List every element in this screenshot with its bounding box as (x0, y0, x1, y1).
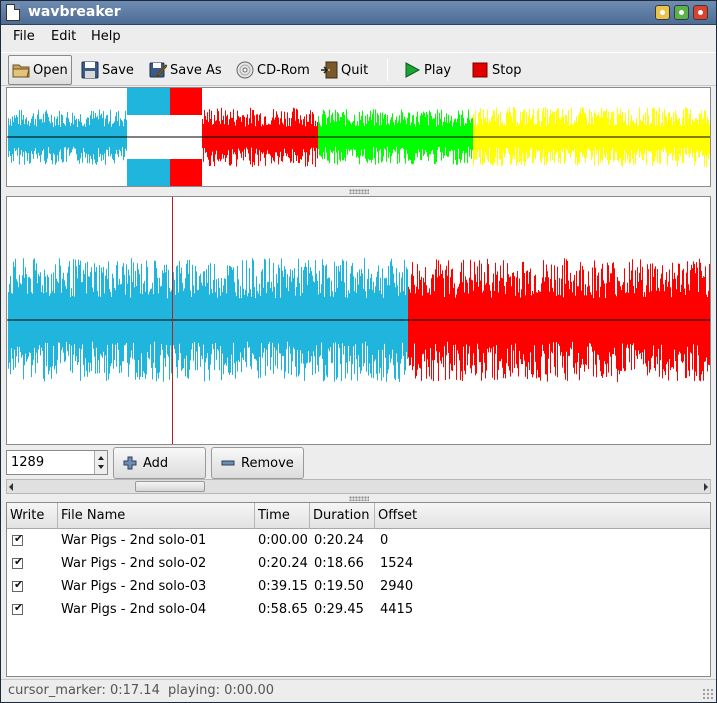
save-as-label: Save As (170, 62, 222, 78)
menu-file[interactable]: File (13, 29, 35, 44)
close-button[interactable] (693, 5, 708, 20)
scroll-left-icon[interactable] (9, 483, 13, 491)
open-button[interactable]: Open (8, 55, 72, 85)
status-bar: cursor_marker: 0:17.14 playing: 0:00.00 (1, 679, 716, 702)
open-label: Open (33, 62, 68, 78)
exit-door-icon (321, 61, 338, 79)
write-checkbox[interactable] (12, 555, 23, 569)
pane-resize-grip[interactable] (349, 189, 369, 194)
position-spinner[interactable] (6, 450, 108, 475)
menu-help[interactable]: Help (91, 29, 121, 44)
minus-icon (221, 460, 235, 466)
maximize-button[interactable] (674, 5, 689, 20)
duration-cell: 0:20.24 (314, 533, 364, 548)
offset-cell: 1524 (380, 556, 414, 571)
time-cell: 0:58.65 (258, 602, 308, 617)
save-as-button[interactable]: Save As (149, 55, 222, 85)
playing-status: playing: 0:00.00 (168, 683, 275, 698)
cd-icon (236, 61, 254, 79)
file-name-cell[interactable]: War Pigs - 2nd solo-01 (61, 533, 206, 548)
waveform-detail[interactable] (6, 196, 711, 445)
stop-button[interactable]: Stop (471, 55, 522, 85)
toolbar: Open Save Save As CD-Rom Quit Play Stop (1, 52, 716, 86)
remove-label: Remove (241, 455, 294, 471)
col-time[interactable]: Time (255, 503, 310, 529)
play-label: Play (424, 62, 452, 78)
toolbar-separator (387, 59, 388, 81)
save-button[interactable]: Save (81, 55, 134, 85)
cursor-marker-status: cursor_marker: 0:17.14 (8, 683, 160, 698)
file-name-cell[interactable]: War Pigs - 2nd solo-03 (61, 579, 206, 594)
folder-icon (12, 64, 30, 78)
spin-up-icon[interactable] (98, 456, 104, 460)
write-checkbox[interactable] (12, 532, 23, 546)
app-window: wavbreaker File Edit Help Open Save Save… (0, 0, 717, 703)
cdrom-button[interactable]: CD-Rom (236, 55, 310, 85)
position-input[interactable] (9, 453, 93, 472)
table-row[interactable]: War Pigs - 2nd solo-02 0:20.24 0:18.66 1… (7, 553, 710, 576)
col-offset[interactable]: Offset (375, 503, 710, 529)
waveform-overview[interactable] (6, 87, 711, 187)
spin-down-icon[interactable] (98, 465, 104, 469)
table-row[interactable]: War Pigs - 2nd solo-03 0:39.15 0:19.50 2… (7, 576, 710, 599)
save-as-icon (149, 62, 167, 78)
col-file-name[interactable]: File Name (58, 503, 255, 529)
window-title: wavbreaker (28, 4, 121, 20)
menu-bar: File Edit Help (1, 26, 716, 48)
duration-cell: 0:19.50 (314, 579, 364, 594)
offset-cell: 2940 (380, 579, 414, 594)
remove-button[interactable]: Remove (211, 447, 304, 479)
pane-resize-grip-lower[interactable] (349, 496, 369, 501)
title-bar[interactable]: wavbreaker (1, 1, 716, 25)
scrollbar-thumb[interactable] (135, 481, 205, 492)
track-table: Write File Name Time Duration Offset War… (6, 502, 711, 677)
stop-icon (472, 62, 488, 78)
spinner-arrows[interactable] (94, 451, 107, 474)
time-cell: 0:20.24 (258, 556, 308, 571)
document-icon (6, 4, 20, 21)
resize-grip-icon[interactable] (702, 688, 714, 700)
table-row[interactable]: War Pigs - 2nd solo-01 0:00.00 0:20.24 0 (7, 530, 710, 553)
time-cell: 0:00.00 (258, 533, 308, 548)
floppy-disk-icon (81, 61, 99, 79)
quit-button[interactable]: Quit (320, 55, 368, 85)
col-write[interactable]: Write (7, 503, 58, 529)
col-duration[interactable]: Duration (310, 503, 375, 529)
save-label: Save (102, 62, 134, 78)
overview-waveform (7, 88, 710, 186)
duration-cell: 0:29.45 (314, 602, 364, 617)
add-button[interactable]: Add (113, 447, 206, 479)
time-cell: 0:39.15 (258, 579, 308, 594)
file-name-cell[interactable]: War Pigs - 2nd solo-04 (61, 602, 206, 617)
table-header: Write File Name Time Duration Offset (7, 503, 710, 529)
detail-waveform (7, 197, 710, 444)
horizontal-scrollbar[interactable] (6, 479, 711, 494)
cdrom-label: CD-Rom (257, 62, 310, 78)
quit-label: Quit (341, 62, 369, 78)
add-label: Add (143, 455, 169, 471)
write-checkbox[interactable] (12, 578, 23, 592)
file-name-cell[interactable]: War Pigs - 2nd solo-02 (61, 556, 206, 571)
minimize-button[interactable] (655, 5, 670, 20)
stop-label: Stop (492, 62, 522, 78)
offset-cell: 0 (380, 533, 389, 548)
offset-cell: 4415 (380, 602, 414, 617)
play-button[interactable]: Play (403, 55, 451, 85)
table-row[interactable]: War Pigs - 2nd solo-04 0:58.65 0:29.45 4… (7, 599, 710, 622)
duration-cell: 0:18.66 (314, 556, 364, 571)
play-icon (405, 62, 421, 78)
plus-icon (123, 456, 137, 470)
scroll-right-icon[interactable] (704, 483, 708, 491)
write-checkbox[interactable] (12, 601, 23, 615)
menu-edit[interactable]: Edit (51, 29, 76, 44)
